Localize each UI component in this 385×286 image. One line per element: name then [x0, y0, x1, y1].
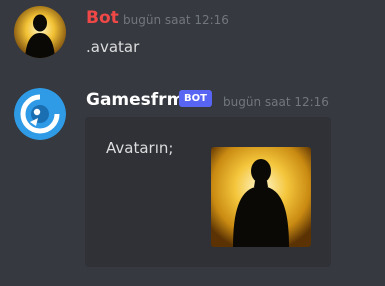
embed-thumbnail[interactable]	[211, 147, 311, 247]
message-timestamp[interactable]: bugün saat 12:16	[223, 94, 329, 110]
message-timestamp[interactable]: bugün saat 12:16	[123, 12, 229, 28]
silhouette-avatar-icon	[211, 147, 311, 247]
message-embed: Avatarın;	[85, 117, 331, 267]
chat-messages: Bot bugün saat 12:16 .avatar Gamesfrm BO…	[0, 0, 385, 286]
message-author[interactable]: Bot	[86, 7, 119, 29]
user-avatar[interactable]	[14, 6, 66, 58]
gamesfrm-logo-icon	[14, 88, 66, 140]
message-content: .avatar	[86, 38, 140, 56]
bot-avatar[interactable]	[14, 88, 66, 140]
message-author[interactable]: Gamesfrm	[86, 89, 184, 111]
bot-tag-badge: BOT	[179, 90, 212, 107]
silhouette-avatar-icon	[14, 6, 66, 58]
embed-description: Avatarın;	[106, 139, 174, 157]
